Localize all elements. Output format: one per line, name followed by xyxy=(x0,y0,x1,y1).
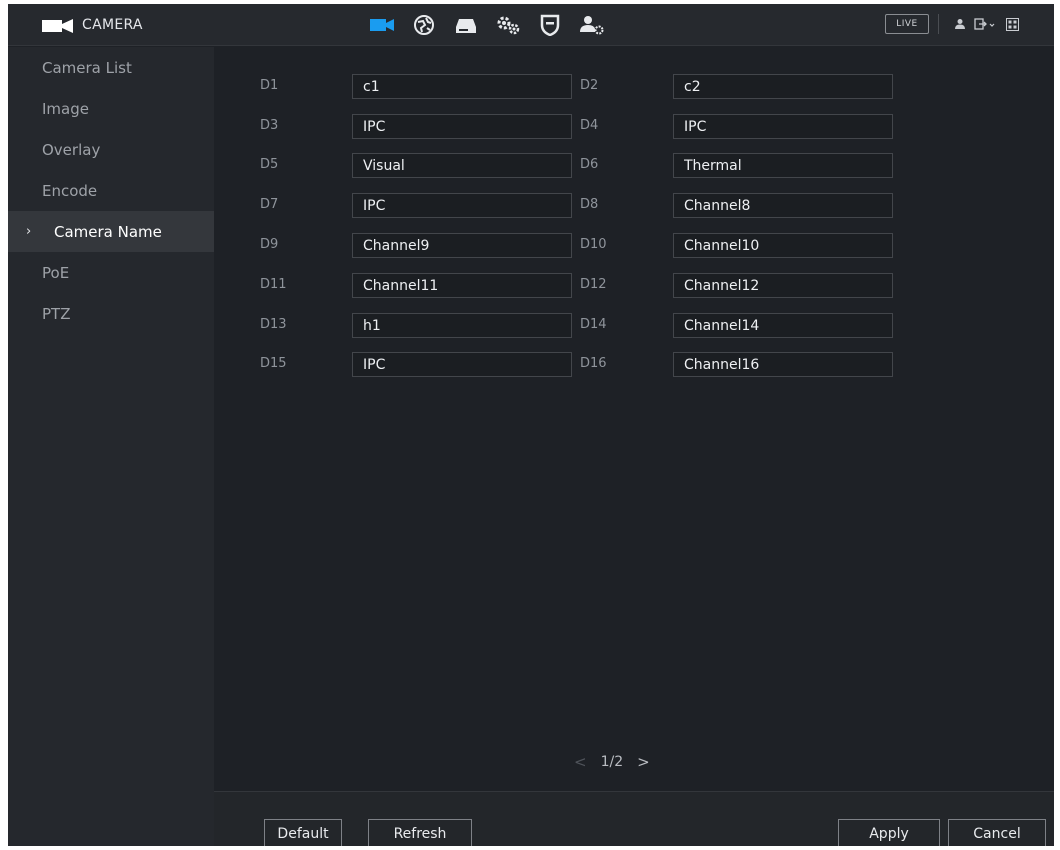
channel-label: D10 xyxy=(580,237,607,252)
grid-menu-icon[interactable] xyxy=(1004,16,1020,32)
channel-name-input[interactable] xyxy=(352,352,572,377)
channel-name-input[interactable] xyxy=(352,193,572,218)
camera-name-panel: D1 D2 D3 D4 D5 D6 D7 D8 D9 D10 xyxy=(214,47,1054,791)
sidebar-item-label: Image xyxy=(42,99,89,118)
cancel-button[interactable]: Cancel xyxy=(948,819,1046,846)
account-icon[interactable] xyxy=(576,10,608,40)
storage-icon[interactable] xyxy=(450,10,482,40)
sidebar: Camera List Image Overlay Encode › Camer… xyxy=(8,47,214,846)
channel-name-input[interactable] xyxy=(673,74,893,99)
apply-button[interactable]: Apply xyxy=(838,819,940,846)
sidebar-item-image[interactable]: Image xyxy=(8,88,214,129)
channel-name-input[interactable] xyxy=(673,273,893,298)
channel-name-input[interactable] xyxy=(673,193,893,218)
channel-label: D16 xyxy=(580,356,607,371)
sidebar-item-label: Camera List xyxy=(42,58,132,77)
channel-name-input[interactable] xyxy=(673,114,893,139)
camera-title-icon xyxy=(42,18,74,33)
sidebar-item-label: PTZ xyxy=(42,304,71,323)
sidebar-item-poe[interactable]: PoE xyxy=(8,252,214,293)
channel-name-input[interactable] xyxy=(352,313,572,338)
sidebar-item-overlay[interactable]: Overlay xyxy=(8,129,214,170)
channel-label: D15 xyxy=(260,356,287,371)
sidebar-item-camera-name[interactable]: › Camera Name xyxy=(8,211,214,252)
next-page-button[interactable]: > xyxy=(637,753,650,771)
channel-label: D8 xyxy=(580,197,599,212)
channel-name-input[interactable] xyxy=(673,313,893,338)
sidebar-item-ptz[interactable]: PTZ xyxy=(8,293,214,334)
channel-label: D3 xyxy=(260,118,279,133)
sidebar-item-camera-list[interactable]: Camera List xyxy=(8,47,214,88)
channel-label: D1 xyxy=(260,78,279,93)
page-indicator: 1/2 xyxy=(600,754,624,770)
channel-label: D11 xyxy=(260,277,287,292)
channel-label: D6 xyxy=(580,157,599,172)
security-shield-icon[interactable] xyxy=(534,10,566,40)
channel-label: D7 xyxy=(260,197,279,212)
main-nav xyxy=(366,10,608,40)
channel-label: D4 xyxy=(580,118,599,133)
network-globe-icon[interactable] xyxy=(408,10,440,40)
channel-label: D12 xyxy=(580,277,607,292)
sidebar-item-label: PoE xyxy=(42,263,70,282)
channel-name-input[interactable] xyxy=(352,74,572,99)
top-bar: CAMERA LIVE xyxy=(8,4,1054,46)
app-window: CAMERA LIVE Camera List Image Overlay En… xyxy=(8,4,1054,846)
footer-bar: Default Refresh Apply Cancel xyxy=(214,791,1054,846)
logout-icon[interactable] xyxy=(974,16,996,32)
channel-label: D2 xyxy=(580,78,599,93)
sidebar-item-label: Overlay xyxy=(42,140,101,159)
live-button[interactable]: LIVE xyxy=(885,14,929,34)
channel-name-input[interactable] xyxy=(352,114,572,139)
sidebar-item-encode[interactable]: Encode xyxy=(8,170,214,211)
channel-name-input[interactable] xyxy=(352,273,572,298)
refresh-button[interactable]: Refresh xyxy=(368,819,472,846)
channel-name-input[interactable] xyxy=(352,233,572,258)
channel-label: D5 xyxy=(260,157,279,172)
channel-label: D14 xyxy=(580,317,607,332)
chevron-right-icon: › xyxy=(26,224,32,239)
channel-label: D9 xyxy=(260,237,279,252)
default-button[interactable]: Default xyxy=(264,819,342,846)
camera-icon[interactable] xyxy=(366,10,398,40)
channel-name-input[interactable] xyxy=(673,233,893,258)
prev-page-button[interactable]: < xyxy=(574,753,587,771)
channel-name-input[interactable] xyxy=(673,153,893,178)
user-icon[interactable] xyxy=(952,16,968,32)
channel-name-input[interactable] xyxy=(352,153,572,178)
channel-label: D13 xyxy=(260,317,287,332)
app-title-text: CAMERA xyxy=(82,17,143,33)
channel-name-input[interactable] xyxy=(673,352,893,377)
topbar-divider xyxy=(938,14,939,34)
pagination: < 1/2 > xyxy=(574,753,650,771)
app-title: CAMERA xyxy=(42,4,143,46)
sidebar-item-label: Encode xyxy=(42,181,98,200)
system-gears-icon[interactable] xyxy=(492,10,524,40)
sidebar-item-label: Camera Name xyxy=(54,222,162,241)
